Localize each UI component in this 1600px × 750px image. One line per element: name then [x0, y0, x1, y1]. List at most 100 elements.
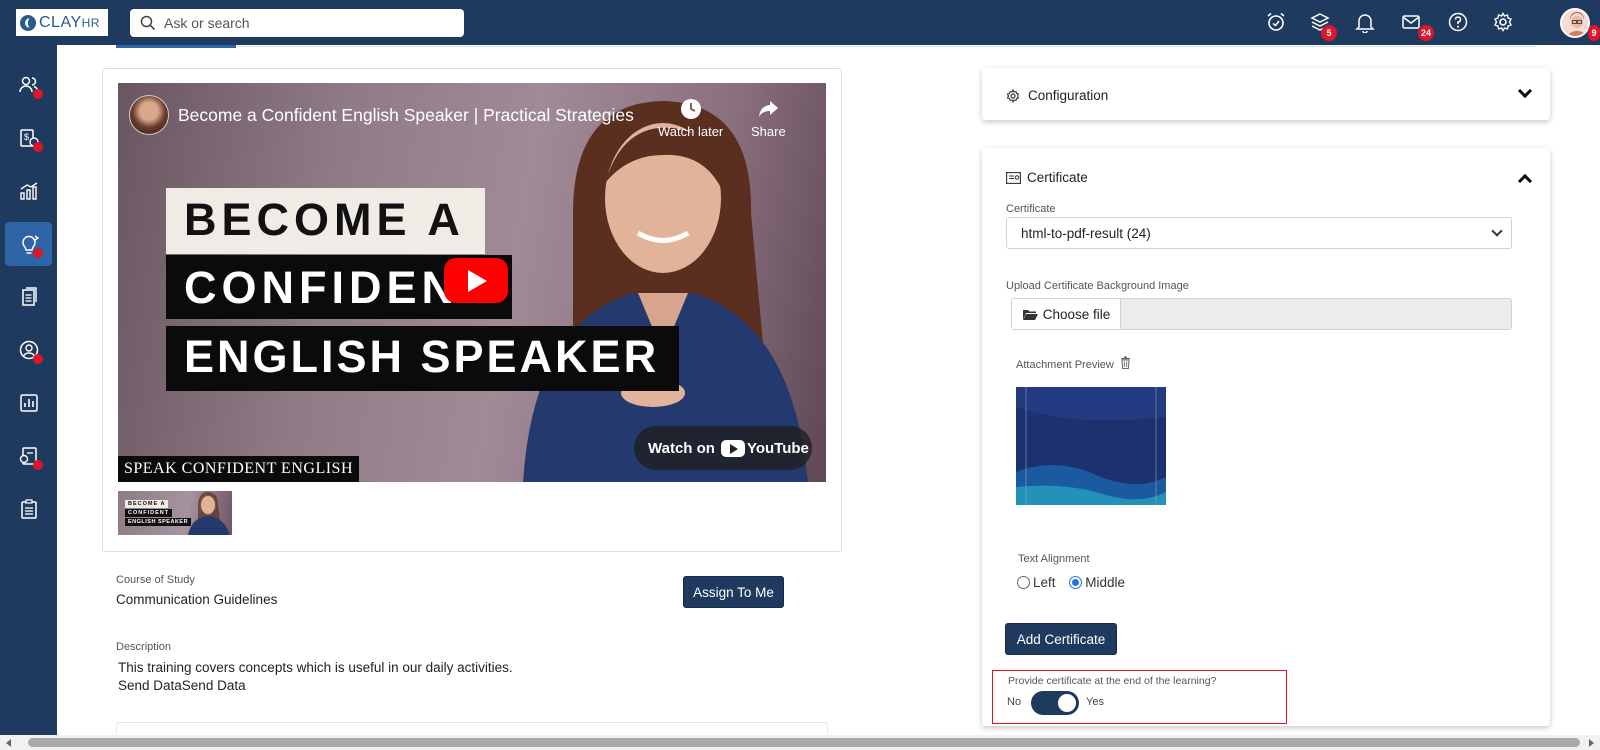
certificate-select-value: html-to-pdf-result (24)	[1021, 226, 1151, 241]
certificate-background-preview	[1016, 387, 1166, 505]
file-name-field[interactable]	[1121, 298, 1512, 330]
analytics-icon	[19, 182, 37, 200]
layers-badge: 5	[1321, 25, 1337, 41]
sidebar-item-reports[interactable]	[5, 381, 52, 425]
thumb-line-1: BECOME A	[125, 500, 169, 508]
mail-badge: 24	[1417, 25, 1434, 41]
channel-tag: SPEAK CONFIDENT ENGLISH	[118, 456, 359, 482]
radio-left[interactable]	[1017, 576, 1030, 589]
upload-label: Upload Certificate Background Image	[1006, 280, 1189, 292]
svg-text:$: $	[24, 132, 29, 142]
report-icon	[19, 394, 38, 412]
bell-icon[interactable]	[1354, 11, 1376, 33]
attachment-preview-text: Attachment Preview	[1016, 359, 1114, 371]
gear-icon	[1006, 88, 1020, 103]
watch-on-youtube-button[interactable]: Watch on YouTube	[634, 426, 812, 470]
provide-certificate-label: Provide certificate at the end of the le…	[1008, 675, 1217, 687]
chevron-down-icon[interactable]	[1517, 83, 1533, 99]
provide-certificate-toggle[interactable]	[1031, 691, 1079, 715]
course-of-study-value: Communication Guidelines	[116, 592, 278, 607]
youtube-video-player[interactable]: Become a Confident English Speaker | Pra…	[118, 83, 826, 482]
course-of-study-label: Course of Study	[116, 574, 195, 586]
channel-avatar[interactable]	[129, 95, 169, 135]
chevron-up-icon[interactable]	[1517, 173, 1533, 189]
global-search[interactable]	[130, 9, 464, 37]
sidebar-item-recruitment[interactable]	[5, 434, 52, 478]
sidebar-item-documents[interactable]	[5, 275, 52, 319]
share-arrow-icon	[759, 101, 779, 117]
logo-sub: HR	[81, 15, 100, 30]
certificate-select-label: Certificate	[1006, 203, 1056, 215]
align-middle-label: Middle	[1085, 575, 1126, 590]
notification-dot	[33, 460, 43, 470]
description-line-1: This training covers concepts which is u…	[118, 660, 513, 675]
certificate-panel: Certificate Certificate html-to-pdf-resu…	[982, 148, 1550, 726]
certificate-icon	[1006, 171, 1021, 184]
search-input[interactable]	[164, 15, 454, 31]
scrollbar-thumb[interactable]	[28, 738, 1580, 747]
configuration-header[interactable]: Configuration	[1006, 88, 1108, 103]
notification-dot	[33, 354, 43, 364]
text-alignment-label: Text Alignment	[1018, 553, 1090, 565]
align-left-label: Left	[1033, 575, 1056, 590]
sidebar-item-learning[interactable]	[5, 222, 52, 266]
certificate-header[interactable]: Certificate	[1006, 170, 1088, 185]
help-icon[interactable]	[1447, 11, 1469, 33]
notification-dot	[33, 248, 43, 258]
align-middle-radio[interactable]: Middle	[1069, 575, 1125, 590]
video-thumbnail[interactable]: BECOME A CONFIDENT ENGLISH SPEAKER	[118, 491, 232, 535]
logo-name: CLAY	[39, 13, 82, 31]
text-alignment-group: Left Middle	[1017, 575, 1125, 590]
scroll-left-arrow-icon[interactable]	[6, 739, 11, 747]
configuration-title: Configuration	[1028, 88, 1109, 103]
sidebar-item-people[interactable]	[5, 63, 52, 107]
avatar-badge: 9	[1588, 25, 1600, 41]
thumb-line-3: ENGLISH SPEAKER	[125, 518, 192, 526]
certificate-select[interactable]: html-to-pdf-result (24)	[1006, 217, 1512, 249]
next-card-edge	[116, 722, 828, 734]
choose-file-button[interactable]: Choose file	[1011, 298, 1121, 330]
watch-on-label: Watch on	[648, 439, 715, 457]
watch-later-button[interactable]: Watch later	[658, 97, 723, 139]
youtube-wordmark: YouTube	[746, 439, 809, 457]
sidebar-item-profile[interactable]	[5, 328, 52, 372]
sidebar: $	[0, 45, 57, 735]
sidebar-item-tasks[interactable]	[5, 487, 52, 531]
logo-text: CLAYHR	[39, 14, 100, 32]
align-left-radio[interactable]: Left	[1017, 575, 1056, 590]
radio-middle[interactable]	[1069, 576, 1083, 589]
scroll-right-arrow-icon[interactable]	[1589, 739, 1594, 747]
preview-wave-image	[1016, 387, 1166, 505]
alarm-clock-icon[interactable]	[1265, 11, 1287, 33]
gear-icon[interactable]	[1492, 11, 1514, 33]
assign-to-me-button[interactable]: Assign To Me	[683, 576, 784, 608]
horizontal-scrollbar[interactable]	[0, 735, 1600, 750]
clayhr-logo[interactable]: CLAYHR	[16, 9, 108, 36]
configuration-panel[interactable]: Configuration	[982, 68, 1550, 120]
description-label: Description	[116, 641, 172, 653]
share-button[interactable]: Share	[751, 97, 786, 139]
video-card: Become a Confident English Speaker | Pra…	[102, 68, 842, 552]
play-button[interactable]	[444, 258, 508, 303]
add-certificate-button[interactable]: Add Certificate	[1005, 623, 1117, 655]
chevron-down-icon	[1491, 225, 1503, 237]
description-line-2: Send DataSend Data	[118, 678, 246, 693]
avatar-image	[1562, 10, 1588, 36]
toggle-no-label: No	[1007, 696, 1022, 708]
user-avatar[interactable]	[1560, 8, 1590, 38]
checklist-icon	[20, 499, 37, 519]
sidebar-item-payroll[interactable]: $	[5, 116, 52, 160]
thumb-line-2: CONFIDENT	[125, 509, 173, 517]
notification-dot	[33, 142, 43, 152]
trash-icon[interactable]	[1120, 356, 1131, 369]
certificate-title: Certificate	[1027, 170, 1088, 185]
watch-later-label: Watch later	[658, 124, 724, 139]
thumbnail-headline-1: BECOME A	[166, 188, 485, 254]
attachment-preview-label: Attachment Preview	[1016, 356, 1131, 371]
documents-icon	[21, 287, 37, 306]
share-label: Share	[751, 124, 786, 139]
video-title[interactable]: Become a Confident English Speaker | Pra…	[178, 105, 634, 126]
choose-file-label: Choose file	[1042, 306, 1111, 322]
active-tab-indicator	[116, 45, 236, 48]
sidebar-item-analytics[interactable]	[5, 169, 52, 213]
